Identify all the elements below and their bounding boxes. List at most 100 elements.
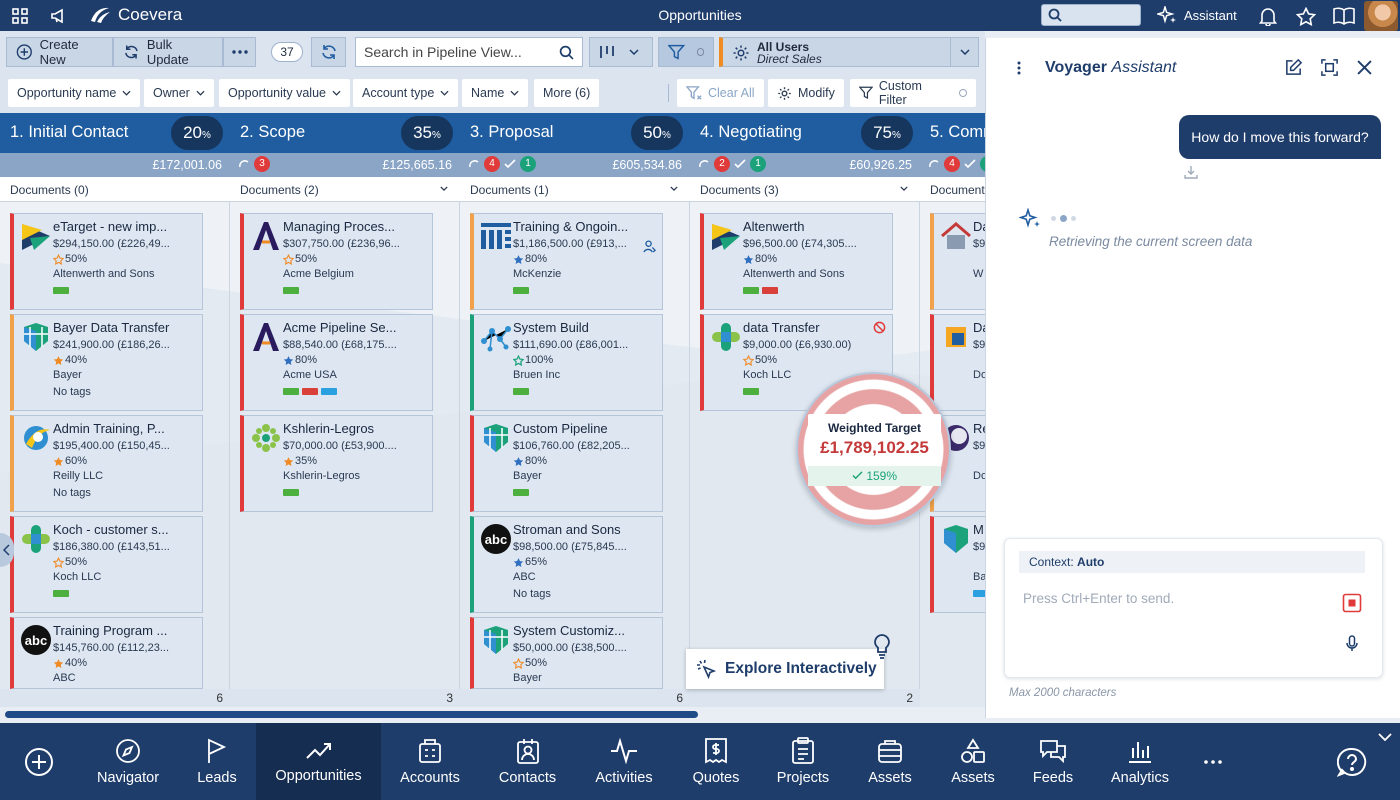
nav-accounts[interactable]: Accounts xyxy=(390,723,470,800)
add-button[interactable] xyxy=(14,723,64,800)
nav-feeds[interactable]: Feeds xyxy=(1020,723,1086,800)
stage-header[interactable]: 3. Proposal 50% xyxy=(460,113,690,153)
filter-toggle-button[interactable] xyxy=(658,37,714,67)
clear-all-filters-button[interactable]: Clear All xyxy=(677,79,764,107)
megaphone-icon[interactable] xyxy=(47,4,71,28)
scrollbar-thumb[interactable] xyxy=(5,711,698,718)
stage-documents[interactable]: Documents (2) xyxy=(230,177,460,202)
opportunity-card[interactable]: Da $9 Do xyxy=(930,314,985,411)
star-icon[interactable] xyxy=(1294,4,1318,28)
chevron-down-icon[interactable] xyxy=(1378,733,1392,742)
nav-assets-2[interactable]: Assets xyxy=(938,723,1008,800)
lightbulb-icon[interactable] xyxy=(872,633,892,661)
stage-documents[interactable]: Documents (0) xyxy=(0,177,230,202)
brand-logo[interactable]: Coevera xyxy=(88,5,182,25)
pipeline-search-input[interactable]: Search in Pipeline View... xyxy=(355,37,583,67)
nav-more[interactable] xyxy=(1196,723,1230,800)
nav-leads[interactable]: Leads xyxy=(180,723,254,800)
gauge-icon xyxy=(469,160,479,168)
overdue-count-badge[interactable]: 3 xyxy=(254,156,270,172)
more-actions-button[interactable] xyxy=(223,37,256,67)
gauge-icon xyxy=(239,160,249,168)
bulk-update-button[interactable]: Bulk Update xyxy=(113,37,223,67)
assistant-button[interactable]: Assistant xyxy=(1157,4,1237,26)
record-count-badge: 37 xyxy=(271,42,303,62)
opportunity-card[interactable]: Custom Pipeline $106,760.00 (£82,205... … xyxy=(470,415,663,512)
filter-name[interactable]: Name xyxy=(462,79,529,107)
opportunity-card[interactable]: abc Training Program ... $145,760.00 (£1… xyxy=(10,617,203,689)
opportunity-card[interactable]: System Customiz... $50,000.00 (£38,500..… xyxy=(470,617,663,689)
nav-assets[interactable]: Assets xyxy=(855,723,925,800)
opportunity-card[interactable]: Training & Ongoin... $1,186,500.00 (£913… xyxy=(470,213,663,310)
close-icon[interactable] xyxy=(1357,60,1372,75)
overdue-count-badge[interactable]: 4 xyxy=(944,156,960,172)
chevron-down-icon xyxy=(122,90,131,96)
microphone-icon[interactable] xyxy=(1346,635,1358,652)
stage-footer: 3 xyxy=(230,689,460,707)
user-scope-dropdown[interactable]: All Users Direct Sales xyxy=(719,37,979,67)
stage-header[interactable]: 4. Negotiating 75% xyxy=(690,113,920,153)
bell-icon[interactable] xyxy=(1256,4,1280,28)
book-icon[interactable] xyxy=(1332,4,1356,28)
opportunity-card[interactable]: M $9 Ba xyxy=(930,516,985,613)
star-icon xyxy=(513,254,524,264)
filter-more[interactable]: More (6) xyxy=(534,79,600,107)
filter-bar: Opportunity name Owner Opportunity value… xyxy=(0,73,985,113)
overdue-count-badge[interactable]: 2 xyxy=(714,156,730,172)
card-value: $9,000.00 (£6,930.00) xyxy=(743,339,852,351)
modify-filters-button[interactable]: Modify xyxy=(768,79,844,107)
stage-documents[interactable]: Documents (3) xyxy=(690,177,920,202)
stage-header[interactable]: 5. Comm xyxy=(920,113,985,153)
opportunity-card[interactable]: Managing Proces... $307,750.00 (£236,96.… xyxy=(240,213,433,310)
filter-opportunity-value[interactable]: Opportunity value xyxy=(219,79,350,107)
opportunity-card[interactable]: Kshlerin-Legros $70,000.00 (£53,900.... … xyxy=(240,415,433,512)
nav-activities[interactable]: Activities xyxy=(585,723,663,800)
opportunity-card[interactable]: System Build $111,690.00 (£86,001... 100… xyxy=(470,314,663,411)
context-selector[interactable]: Context: Auto xyxy=(1019,551,1365,573)
nav-quotes[interactable]: Quotes xyxy=(680,723,752,800)
explore-interactively-button[interactable]: Explore Interactively xyxy=(686,649,884,689)
opportunity-card[interactable]: Koch - customer s... $186,380.00 (£143,5… xyxy=(10,516,203,613)
apps-grid-icon[interactable] xyxy=(8,4,32,28)
view-switch-dropdown[interactable] xyxy=(589,37,653,67)
create-new-button[interactable]: Create New xyxy=(6,37,113,67)
stage-header[interactable]: 1. Initial Contact 20% xyxy=(0,113,230,153)
stage-badges: 4 4 xyxy=(928,156,985,172)
users-dropdown-toggle[interactable] xyxy=(950,38,978,66)
bruen-logo-icon xyxy=(481,326,511,352)
screen-capture-icon[interactable] xyxy=(1320,58,1339,77)
opportunity-card[interactable]: Acme Pipeline Se... $88,540.00 (£68,175.… xyxy=(240,314,433,411)
filter-owner[interactable]: Owner xyxy=(144,79,214,107)
stage-header[interactable]: 2. Scope 35% xyxy=(230,113,460,153)
opportunity-card[interactable]: Da $9 W xyxy=(930,213,985,310)
user-avatar[interactable] xyxy=(1364,1,1398,31)
opportunity-card[interactable]: abc Stroman and Sons $98,500.00 (£75,845… xyxy=(470,516,663,613)
opportunity-card[interactable]: Altenwerth $96,500.00 (£74,305.... 80% A… xyxy=(700,213,893,310)
stage-documents[interactable]: Documents (1) xyxy=(460,177,690,202)
message-input[interactable]: Press Ctrl+Enter to send. xyxy=(1023,591,1174,606)
overdue-count-badge[interactable]: 4 xyxy=(484,156,500,172)
global-search-input[interactable] xyxy=(1041,4,1141,26)
completed-count-badge[interactable]: 1 xyxy=(520,156,536,172)
refresh-button[interactable] xyxy=(311,37,346,67)
opportunity-card[interactable]: Bayer Data Transfer $241,900.00 (£186,26… xyxy=(10,314,203,411)
stage-documents[interactable]: Document xyxy=(920,177,985,202)
opportunity-card[interactable]: Admin Training, P... $195,400.00 (£150,4… xyxy=(10,415,203,512)
help-button[interactable] xyxy=(1328,723,1376,800)
nav-projects[interactable]: Projects xyxy=(765,723,841,800)
filter-account-type[interactable]: Account type xyxy=(353,79,459,107)
nav-contacts[interactable]: Contacts xyxy=(490,723,565,800)
blocked-icon[interactable] xyxy=(873,321,886,334)
opportunity-card[interactable]: eTarget - new imp... $294,150.00 (£226,4… xyxy=(10,213,203,310)
kebab-menu-icon[interactable] xyxy=(1017,61,1021,75)
custom-filter-button[interactable]: Custom Filter xyxy=(850,79,976,107)
filter-opportunity-name[interactable]: Opportunity name xyxy=(8,79,141,107)
edit-icon[interactable] xyxy=(1284,58,1303,77)
download-icon[interactable] xyxy=(1184,165,1198,179)
nav-navigator[interactable]: Navigator xyxy=(88,723,168,800)
completed-count-badge[interactable]: 1 xyxy=(750,156,766,172)
nav-analytics[interactable]: Analytics xyxy=(1100,723,1180,800)
nav-opportunities[interactable]: Opportunities xyxy=(256,723,381,800)
board-horizontal-scrollbar[interactable] xyxy=(0,707,985,721)
stop-icon[interactable] xyxy=(1342,593,1362,613)
